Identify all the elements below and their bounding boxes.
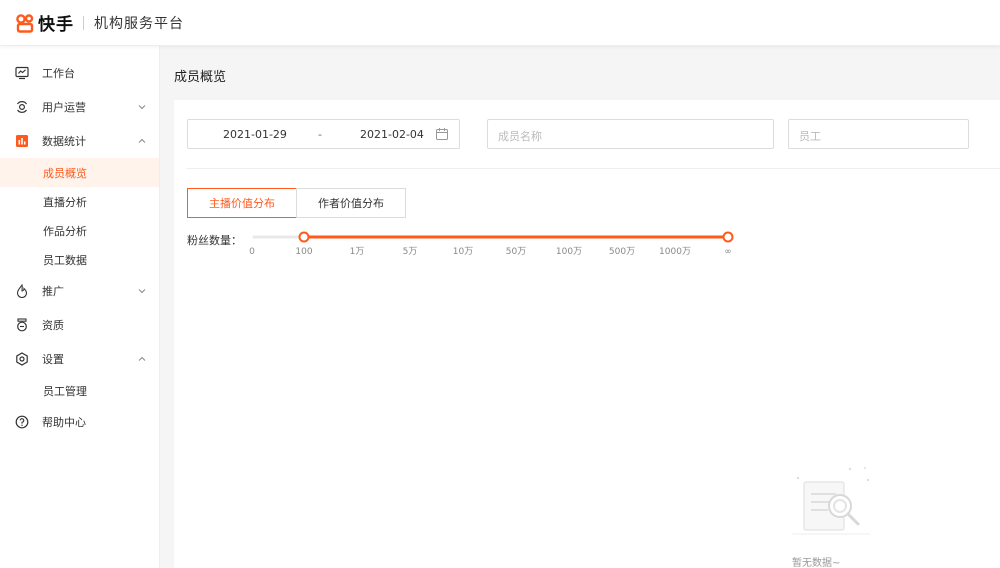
- date-range-picker[interactable]: 2021-01-29 - 2021-02-04: [187, 119, 460, 149]
- calendar-icon[interactable]: [435, 127, 449, 141]
- brand-name[interactable]: 快手: [38, 10, 74, 35]
- sidebar-item-promotion[interactable]: 推广: [0, 274, 159, 308]
- dashboard-icon: [15, 66, 29, 80]
- chevron-up-icon[interactable]: [137, 136, 147, 146]
- slider-tick-label: 100万: [556, 247, 582, 257]
- help-icon: [15, 415, 29, 429]
- sidebar: 工作台 用户运营 数据统计 成员概览 直播分析 作品分析 员工数据 推广 资质 …: [0, 46, 160, 568]
- fans-range-slider[interactable]: 0 100 1万 5万 10万 50万 100万 500万 1000万 ∞: [244, 230, 764, 260]
- member-name-input[interactable]: 成员名称: [487, 119, 774, 149]
- divider: [187, 168, 1000, 169]
- main-area: 成员概览 2021-01-29 - 2021-02-04 成员名称 员工 主播价…: [160, 46, 1000, 568]
- user-ops-icon: [17, 101, 27, 113]
- staff-input[interactable]: 员工: [788, 119, 969, 149]
- sidebar-item-settings[interactable]: 设置: [0, 342, 159, 376]
- chevron-down-icon[interactable]: [137, 102, 147, 112]
- date-start[interactable]: 2021-01-29: [223, 128, 287, 141]
- promo-icon: [16, 284, 28, 298]
- slider-tick-label: 5万: [403, 247, 418, 257]
- empty-data-icon: [792, 467, 870, 535]
- slider-handle-max[interactable]: [722, 231, 734, 243]
- tab-author-value[interactable]: 作者价值分布: [296, 188, 406, 218]
- sidebar-subitem-staff-data[interactable]: 员工数据: [0, 245, 159, 274]
- fans-count-label: 粉丝数量：: [187, 234, 242, 247]
- sidebar-subitem-live-analysis[interactable]: 直播分析: [0, 187, 159, 216]
- slider-handle-min[interactable]: [298, 231, 310, 243]
- sidebar-item-label: 工作台: [42, 67, 75, 80]
- page-title: 成员概览: [174, 70, 227, 85]
- empty-data-text: 暂无数据~: [792, 558, 841, 568]
- sidebar-item-data-stats[interactable]: 数据统计: [0, 124, 159, 158]
- sidebar-item-label: 帮助中心: [42, 416, 86, 429]
- sidebar-item-workbench[interactable]: 工作台: [0, 56, 159, 90]
- sidebar-item-label: 资质: [42, 319, 64, 332]
- slider-tick-label: 10万: [453, 247, 473, 257]
- platform-name: 机构服务平台: [94, 15, 184, 32]
- kuaishou-logo-icon[interactable]: [15, 13, 35, 33]
- slider-tick-label: 0: [249, 247, 255, 257]
- date-end[interactable]: 2021-02-04: [360, 128, 424, 141]
- slider-tick-label: 100: [295, 247, 312, 257]
- sidebar-item-help[interactable]: 帮助中心: [0, 405, 159, 439]
- slider-tick-label: 1000万: [659, 247, 691, 257]
- brand-divider: [83, 15, 84, 30]
- slider-tick-label: 500万: [609, 247, 635, 257]
- settings-icon: [16, 352, 28, 366]
- top-header: 快手 机构服务平台: [0, 0, 1000, 46]
- sidebar-item-qualification[interactable]: 资质: [0, 308, 159, 342]
- chevron-down-icon[interactable]: [137, 286, 147, 296]
- date-separator: -: [318, 128, 322, 141]
- stats-icon: [16, 135, 28, 147]
- sidebar-item-label: 用户运营: [42, 101, 86, 114]
- sidebar-item-label: 推广: [42, 285, 64, 298]
- slider-tick-label: 1万: [350, 247, 365, 257]
- sidebar-subitem-works-analysis[interactable]: 作品分析: [0, 216, 159, 245]
- chevron-up-icon[interactable]: [137, 354, 147, 364]
- slider-tick-label: ∞: [724, 247, 732, 257]
- sidebar-item-label: 数据统计: [42, 135, 86, 148]
- qualification-icon: [17, 318, 27, 332]
- content-card: 2021-01-29 - 2021-02-04 成员名称 员工 主播价值分布 作…: [174, 100, 1000, 568]
- sidebar-item-label: 设置: [42, 353, 64, 366]
- sidebar-item-user-ops[interactable]: 用户运营: [0, 90, 159, 124]
- sidebar-subitem-staff-management[interactable]: 员工管理: [0, 376, 159, 405]
- tab-anchor-value[interactable]: 主播价值分布: [187, 188, 297, 218]
- slider-tick-label: 50万: [506, 247, 526, 257]
- sidebar-subitem-member-overview[interactable]: 成员概览: [0, 158, 159, 187]
